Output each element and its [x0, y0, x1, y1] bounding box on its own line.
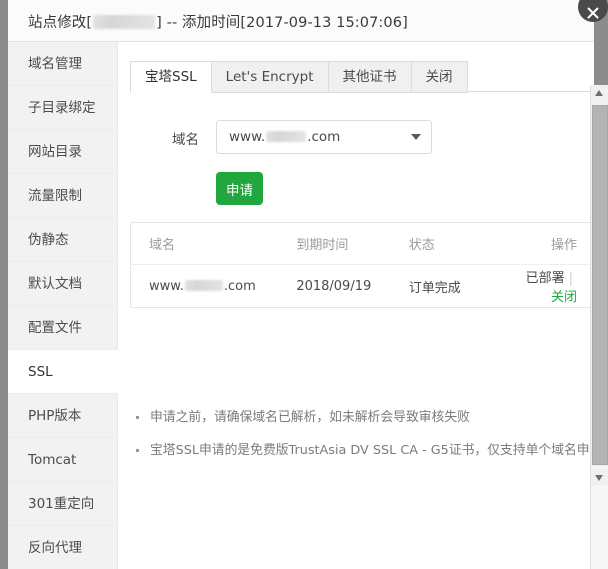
- domain-value-suffix: .com: [307, 129, 341, 145]
- sidebar-item-label: 配置文件: [28, 320, 82, 336]
- cell-expire-date: 2018/09/19: [296, 278, 372, 294]
- settings-sidebar: 域名管理 子目录绑定 网站目录 流量限制 伪静态 默认文档 配置文件 SSL P…: [8, 42, 118, 569]
- sidebar-item-label: 域名管理: [28, 56, 82, 72]
- cell-actions: 已部署 | 关闭: [513, 267, 593, 305]
- sidebar-item-domain-management[interactable]: 域名管理: [8, 42, 117, 86]
- column-header-status: 状态: [408, 238, 435, 253]
- sidebar-item-config-file[interactable]: 配置文件: [8, 306, 117, 350]
- column-header-action: 操作: [550, 238, 577, 253]
- sidebar-item-pseudo-static[interactable]: 伪静态: [8, 218, 117, 262]
- cell-domain: www. .com: [131, 279, 296, 294]
- tab-label: 宝塔SSL: [145, 69, 197, 85]
- dialog-title-time: 2017-09-13 15:07:06: [246, 15, 403, 31]
- redacted-domain: [184, 279, 223, 291]
- domain-label: 域名: [172, 132, 199, 148]
- site-edit-dialog: 站点修改[ ] -- 添加时间[2017-09-13 15:07:06] 域名管理…: [8, 0, 594, 569]
- bullet-icon: [136, 416, 139, 419]
- tab-label: 关闭: [425, 69, 453, 85]
- sidebar-item-label: 伪静态: [28, 232, 69, 248]
- tab-label: Let's Encrypt: [225, 69, 314, 85]
- tab-baota-ssl[interactable]: 宝塔SSL: [130, 61, 212, 93]
- sidebar-item-label: PHP版本: [28, 408, 82, 424]
- sidebar-item-default-document[interactable]: 默认文档: [8, 262, 117, 306]
- close-certificate-link[interactable]: 关闭: [551, 290, 577, 305]
- sidebar-item-label: 子目录绑定: [28, 100, 96, 116]
- sidebar-item-subdirectory-binding[interactable]: 子目录绑定: [8, 86, 117, 130]
- redacted-site-name: [93, 15, 156, 29]
- deployed-label: 已部署: [525, 271, 565, 286]
- note-text: 申请之前，请确保域名已解析，如未解析会导致审核失败: [150, 410, 470, 425]
- action-separator: |: [568, 271, 573, 286]
- dialog-title-suffix: ]: [402, 15, 408, 31]
- dialog-title-mid: ] -- 添加时间[: [156, 15, 247, 31]
- sidebar-item-label: 默认文档: [28, 276, 82, 292]
- note-text: 宝塔SSL申请的是免费版TrustAsia DV SSL CA - G5证书，仅…: [150, 443, 594, 458]
- tab-label: 其他证书: [342, 69, 397, 85]
- sidebar-item-label: 网站目录: [28, 144, 82, 160]
- sidebar-item-label: Tomcat: [28, 452, 77, 468]
- sidebar-item-301-redirect[interactable]: 301重定向: [8, 482, 117, 526]
- domain-value-prefix: www.: [229, 129, 266, 145]
- note-item: 宝塔SSL申请的是免费版TrustAsia DV SSL CA - G5证书，仅…: [136, 442, 594, 460]
- column-header-expire: 到期时间: [296, 238, 349, 253]
- sidebar-item-label: SSL: [28, 364, 53, 380]
- sidebar-item-reverse-proxy[interactable]: 反向代理: [8, 526, 117, 569]
- ssl-panel: 宝塔SSL Let's Encrypt 其他证书 关闭 域名 www. .com …: [119, 42, 594, 569]
- scroll-up-arrow-icon[interactable]: [591, 85, 608, 102]
- table-header-row: 域名 到期时间 状态 操作: [131, 223, 593, 265]
- sidebar-item-ssl[interactable]: SSL: [8, 350, 118, 394]
- apply-button[interactable]: 申请: [216, 172, 263, 205]
- dialog-titlebar: 站点修改[ ] -- 添加时间[2017-09-13 15:07:06]: [8, 0, 594, 42]
- scroll-down-arrow-icon[interactable]: [591, 469, 608, 486]
- close-icon: [587, 7, 599, 19]
- domain-form-row: 域名 www. .com: [119, 120, 594, 154]
- sidebar-item-php-version[interactable]: PHP版本: [8, 394, 117, 438]
- column-header-domain: 域名: [149, 238, 176, 253]
- domain-select[interactable]: www. .com: [216, 120, 432, 154]
- note-item: 申请之前，请确保域名已解析，如未解析会导致审核失败: [136, 409, 586, 427]
- sidebar-item-traffic-limit[interactable]: 流量限制: [8, 174, 117, 218]
- certificate-table: 域名 到期时间 状态 操作 www. .com 2018/09/19 订单完成 已…: [130, 222, 594, 308]
- bullet-icon: [136, 449, 139, 452]
- ssl-notes: 申请之前，请确保域名已解析，如未解析会导致审核失败 宝塔SSL申请的是免费版Tr…: [136, 409, 594, 475]
- tab-other-certificate[interactable]: 其他证书: [328, 61, 412, 93]
- dialog-title-prefix: 站点修改[: [28, 15, 93, 31]
- scrollbar-thumb[interactable]: [592, 105, 608, 465]
- cell-domain-prefix: www.: [149, 278, 184, 294]
- sidebar-item-site-directory[interactable]: 网站目录: [8, 130, 117, 174]
- chevron-down-icon: [411, 134, 421, 140]
- domain-select-value: www. .com: [229, 129, 340, 145]
- cell-status: 订单完成: [408, 280, 461, 296]
- tab-lets-encrypt[interactable]: Let's Encrypt: [211, 61, 329, 93]
- sidebar-item-label: 流量限制: [28, 188, 82, 204]
- dialog-title: 站点修改[ ] -- 添加时间[2017-09-13 15:07:06]: [28, 11, 408, 32]
- sidebar-item-tomcat[interactable]: Tomcat: [8, 438, 117, 482]
- redacted-domain: [266, 131, 307, 142]
- sidebar-item-label: 301重定向: [28, 496, 95, 512]
- table-row: www. .com 2018/09/19 订单完成 已部署 | 关闭: [131, 265, 593, 307]
- page-scrollbar[interactable]: [590, 85, 608, 569]
- sidebar-item-label: 反向代理: [28, 540, 82, 556]
- tab-close-ssl[interactable]: 关闭: [411, 61, 468, 93]
- cell-domain-suffix: .com: [223, 278, 256, 294]
- ssl-tabs: 宝塔SSL Let's Encrypt 其他证书 关闭: [130, 60, 468, 93]
